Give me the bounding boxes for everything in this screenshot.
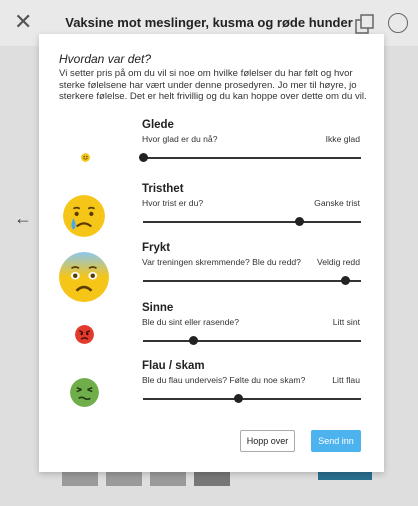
- dialog-title: Hvordan var det?: [59, 52, 152, 66]
- emotion-question: Hvor trist er du?: [142, 198, 204, 208]
- emotion-row-flau: Flau / skam Ble du flau underveis? Følte…: [39, 360, 384, 420]
- emotion-question: Hvor glad er du nå?: [142, 134, 218, 144]
- slider-thumb[interactable]: [188, 336, 198, 345]
- emotion-row-glede: Glede Hvor glad er du nå? Ikke glad: [39, 119, 384, 179]
- smiley-icon[interactable]: [388, 13, 408, 33]
- close-icon[interactable]: ✕: [14, 11, 32, 33]
- happy-face-icon: [81, 153, 90, 162]
- slider-thumb[interactable]: [234, 394, 244, 403]
- emotion-slider[interactable]: [143, 217, 361, 226]
- emotion-label: Tristhet: [142, 183, 184, 195]
- emotion-slider[interactable]: [138, 153, 361, 162]
- emotion-label: Flau / skam: [142, 360, 205, 372]
- fearful-face-icon: [59, 252, 109, 302]
- emotion-label: Sinne: [142, 302, 174, 314]
- emotion-slider[interactable]: [143, 394, 361, 403]
- send-button[interactable]: Send inn: [311, 430, 361, 452]
- slider-thumb[interactable]: [138, 153, 148, 162]
- emotion-row-tristhet: Tristhet Hvor trist er du? Ganske trist: [39, 183, 384, 243]
- dialog-description: Vi setter pris på om du vil si noe om hv…: [59, 68, 367, 102]
- emotion-row-frykt: Frykt Var treningen skremmende? Ble du r…: [39, 242, 384, 302]
- emotion-row-sinne: Sinne Ble du sint eller rasende? Litt si…: [39, 302, 384, 362]
- emotion-slider[interactable]: [143, 336, 361, 345]
- page-title: Vaksine mot meslinger, kusma og røde hun…: [65, 15, 353, 30]
- emotion-question: Ble du flau underveis? Følte du noe skam…: [142, 375, 306, 385]
- slider-thumb[interactable]: [341, 276, 351, 285]
- skip-button[interactable]: Hopp over: [240, 430, 295, 452]
- feelings-dialog: Hvordan var det? Vi setter pris på om du…: [39, 34, 384, 472]
- emotion-scale-end: Veldig redd: [316, 257, 360, 267]
- slider-thumb[interactable]: [295, 217, 305, 226]
- back-arrow-icon[interactable]: ←: [14, 208, 32, 229]
- emotion-scale-end: Ikke glad: [325, 134, 360, 144]
- emotion-scale-end: Litt sint: [332, 317, 360, 327]
- emotion-scale-end: Litt flau: [332, 375, 360, 385]
- emotion-question: Var treningen skremmende? Ble du redd?: [142, 257, 301, 267]
- emotion-label: Frykt: [142, 242, 171, 254]
- copy-icon[interactable]: [354, 13, 376, 35]
- crying-face-icon: [63, 195, 105, 237]
- emotion-question: Ble du sint eller rasende?: [142, 317, 239, 327]
- emotion-label: Glede: [142, 119, 174, 131]
- emotion-scale-end: Ganske trist: [314, 198, 360, 208]
- emotion-slider[interactable]: [143, 276, 361, 285]
- nauseated-face-icon: [70, 378, 99, 407]
- angry-face-icon: [75, 325, 94, 344]
